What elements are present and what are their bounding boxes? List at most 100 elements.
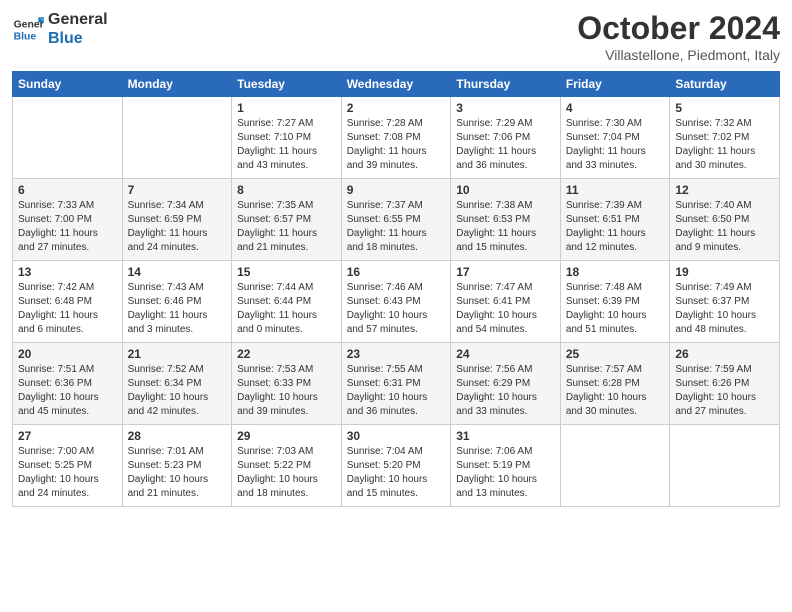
day-number: 16 [347,265,446,279]
logo-icon: General Blue [12,13,44,45]
calendar-cell [13,97,123,179]
day-detail: Sunrise: 7:38 AM Sunset: 6:53 PM Dayligh… [456,199,555,255]
day-detail: Sunrise: 7:42 AM Sunset: 6:48 PM Dayligh… [18,281,117,337]
day-number: 12 [675,183,774,197]
logo: General Blue General Blue [12,10,108,48]
day-detail: Sunrise: 7:00 AM Sunset: 5:25 PM Dayligh… [18,445,117,501]
header-day-saturday: Saturday [670,72,780,97]
day-detail: Sunrise: 7:55 AM Sunset: 6:31 PM Dayligh… [347,363,446,419]
day-detail: Sunrise: 7:34 AM Sunset: 6:59 PM Dayligh… [128,199,227,255]
day-detail: Sunrise: 7:47 AM Sunset: 6:41 PM Dayligh… [456,281,555,337]
header: General Blue General Blue October 2024 V… [12,10,780,63]
day-detail: Sunrise: 7:33 AM Sunset: 7:00 PM Dayligh… [18,199,117,255]
day-number: 19 [675,265,774,279]
calendar-cell: 16 Sunrise: 7:46 AM Sunset: 6:43 PM Dayli… [341,261,451,343]
day-number: 13 [18,265,117,279]
header-day-monday: Monday [122,72,232,97]
day-number: 2 [347,101,446,115]
day-number: 23 [347,347,446,361]
day-number: 18 [566,265,665,279]
day-number: 28 [128,429,227,443]
calendar-cell: 11Sunrise: 7:39 AM Sunset: 6:51 PM Dayli… [560,179,670,261]
day-detail: Sunrise: 7:57 AM Sunset: 6:28 PM Dayligh… [566,363,665,419]
day-detail: Sunrise: 7:56 AM Sunset: 6:29 PM Dayligh… [456,363,555,419]
day-detail: Sunrise: 7:27 AM Sunset: 7:10 PM Dayligh… [237,117,336,173]
calendar-cell: 13 Sunrise: 7:42 AM Sunset: 6:48 PM Dayli… [13,261,123,343]
calendar-cell: 5 Sunrise: 7:32 AM Sunset: 7:02 PM Daylig… [670,97,780,179]
day-number: 25 [566,347,665,361]
calendar-cell: 29Sunrise: 7:03 AM Sunset: 5:22 PM Dayli… [232,425,342,507]
day-detail: Sunrise: 7:44 AM Sunset: 6:44 PM Dayligh… [237,281,336,337]
day-number: 8 [237,183,336,197]
page-container: General Blue General Blue October 2024 V… [0,0,792,517]
day-detail: Sunrise: 7:03 AM Sunset: 5:22 PM Dayligh… [237,445,336,501]
calendar-cell: 21Sunrise: 7:52 AM Sunset: 6:34 PM Dayli… [122,343,232,425]
day-detail: Sunrise: 7:29 AM Sunset: 7:06 PM Dayligh… [456,117,555,173]
day-number: 3 [456,101,555,115]
calendar-cell: 12 Sunrise: 7:40 AM Sunset: 6:50 PM Dayli… [670,179,780,261]
calendar-cell: 27 Sunrise: 7:00 AM Sunset: 5:25 PM Dayli… [13,425,123,507]
svg-text:Blue: Blue [14,32,37,43]
calendar-week-row: 13 Sunrise: 7:42 AM Sunset: 6:48 PM Dayli… [13,261,780,343]
day-detail: Sunrise: 7:43 AM Sunset: 6:46 PM Dayligh… [128,281,227,337]
day-number: 4 [566,101,665,115]
day-number: 7 [128,183,227,197]
calendar-week-row: 27 Sunrise: 7:00 AM Sunset: 5:25 PM Dayli… [13,425,780,507]
day-detail: Sunrise: 7:39 AM Sunset: 6:51 PM Dayligh… [566,199,665,255]
day-detail: Sunrise: 7:40 AM Sunset: 6:50 PM Dayligh… [675,199,774,255]
calendar-cell: 15 Sunrise: 7:44 AM Sunset: 6:44 PM Dayli… [232,261,342,343]
calendar-cell: 30 Sunrise: 7:04 AM Sunset: 5:20 PM Dayli… [341,425,451,507]
day-number: 5 [675,101,774,115]
day-number: 30 [347,429,446,443]
calendar-cell: 24 Sunrise: 7:56 AM Sunset: 6:29 PM Dayli… [451,343,561,425]
calendar-cell: 31Sunrise: 7:06 AM Sunset: 5:19 PM Dayli… [451,425,561,507]
calendar-cell: 7 Sunrise: 7:34 AM Sunset: 6:59 PM Daylig… [122,179,232,261]
day-detail: Sunrise: 7:32 AM Sunset: 7:02 PM Dayligh… [675,117,774,173]
calendar-cell: 10 Sunrise: 7:38 AM Sunset: 6:53 PM Dayli… [451,179,561,261]
header-day-wednesday: Wednesday [341,72,451,97]
day-number: 24 [456,347,555,361]
calendar-cell: 3 Sunrise: 7:29 AM Sunset: 7:06 PM Daylig… [451,97,561,179]
calendar-cell: 23 Sunrise: 7:55 AM Sunset: 6:31 PM Dayli… [341,343,451,425]
title-block: October 2024 Villastellone, Piedmont, It… [577,10,780,63]
month-title: October 2024 [577,10,780,47]
logo-line1: General [48,10,108,29]
calendar-cell: 28 Sunrise: 7:01 AM Sunset: 5:23 PM Dayli… [122,425,232,507]
calendar-week-row: 1 Sunrise: 7:27 AM Sunset: 7:10 PM Daylig… [13,97,780,179]
day-detail: Sunrise: 7:04 AM Sunset: 5:20 PM Dayligh… [347,445,446,501]
calendar-cell [122,97,232,179]
calendar-cell [560,425,670,507]
calendar-cell: 4Sunrise: 7:30 AM Sunset: 7:04 PM Daylig… [560,97,670,179]
header-day-friday: Friday [560,72,670,97]
calendar-cell: 18 Sunrise: 7:48 AM Sunset: 6:39 PM Dayli… [560,261,670,343]
day-number: 10 [456,183,555,197]
day-number: 6 [18,183,117,197]
calendar-cell: 8 Sunrise: 7:35 AM Sunset: 6:57 PM Daylig… [232,179,342,261]
day-number: 21 [128,347,227,361]
calendar-cell [670,425,780,507]
day-detail: Sunrise: 7:01 AM Sunset: 5:23 PM Dayligh… [128,445,227,501]
location-subtitle: Villastellone, Piedmont, Italy [577,47,780,63]
day-number: 14 [128,265,227,279]
header-day-thursday: Thursday [451,72,561,97]
day-detail: Sunrise: 7:49 AM Sunset: 6:37 PM Dayligh… [675,281,774,337]
day-number: 17 [456,265,555,279]
day-number: 9 [347,183,446,197]
calendar-cell: 17 Sunrise: 7:47 AM Sunset: 6:41 PM Dayli… [451,261,561,343]
header-day-sunday: Sunday [13,72,123,97]
day-number: 27 [18,429,117,443]
calendar-cell: 6 Sunrise: 7:33 AM Sunset: 7:00 PM Daylig… [13,179,123,261]
day-detail: Sunrise: 7:37 AM Sunset: 6:55 PM Dayligh… [347,199,446,255]
day-number: 1 [237,101,336,115]
day-detail: Sunrise: 7:46 AM Sunset: 6:43 PM Dayligh… [347,281,446,337]
day-detail: Sunrise: 7:48 AM Sunset: 6:39 PM Dayligh… [566,281,665,337]
calendar-cell: 26Sunrise: 7:59 AM Sunset: 6:26 PM Dayli… [670,343,780,425]
day-detail: Sunrise: 7:35 AM Sunset: 6:57 PM Dayligh… [237,199,336,255]
calendar-header-row: SundayMondayTuesdayWednesdayThursdayFrid… [13,72,780,97]
logo-line2: Blue [48,29,108,48]
calendar-cell: 14 Sunrise: 7:43 AM Sunset: 6:46 PM Dayli… [122,261,232,343]
day-number: 15 [237,265,336,279]
calendar-cell: 22Sunrise: 7:53 AM Sunset: 6:33 PM Dayli… [232,343,342,425]
calendar-table: SundayMondayTuesdayWednesdayThursdayFrid… [12,71,780,507]
header-day-tuesday: Tuesday [232,72,342,97]
